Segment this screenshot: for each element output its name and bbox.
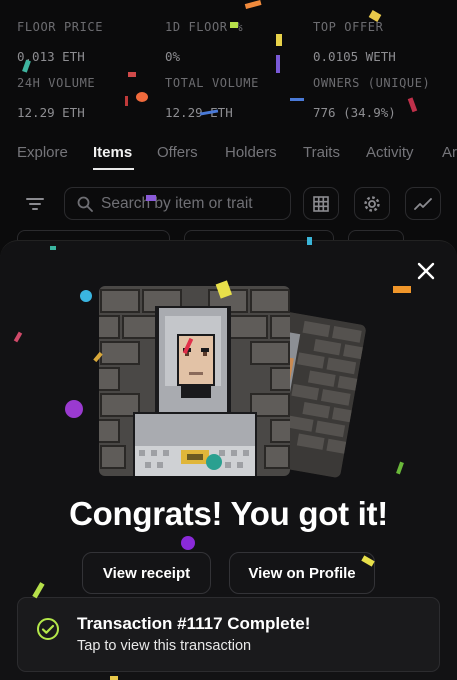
gear-icon — [364, 195, 380, 212]
stat-24h-volume: 24H VOLUME 12.29 ETH — [17, 76, 95, 120]
collection-tabs: Explore Items Offers Holders Traits Acti… — [0, 140, 457, 172]
stat-1d-floor: 1D FLOOR % 0% — [165, 20, 243, 64]
stat-label: 24H VOLUME — [17, 76, 96, 90]
tab-traits[interactable]: Traits — [303, 144, 340, 161]
stat-floor-price: FLOOR PRICE 0.013 ETH — [17, 20, 103, 64]
search-placeholder: Search by item or trait — [101, 194, 253, 212]
tab-items[interactable]: Items — [93, 144, 132, 161]
view-on-profile-button[interactable]: View on Profile — [229, 552, 375, 594]
grid-icon — [313, 195, 329, 212]
stat-value: 12.29 ETH — [165, 105, 233, 120]
stat-value: 0.0105 WETH — [313, 49, 396, 64]
filter-button[interactable] — [17, 187, 53, 220]
nft-image — [99, 286, 290, 476]
collection-stats: FLOOR PRICE 0.013 ETH 1D FLOOR % 0% TOP … — [0, 0, 457, 130]
trend-chart-icon — [414, 197, 432, 210]
chart-button[interactable] — [405, 187, 441, 220]
tab-activity[interactable]: Activity — [366, 144, 414, 161]
tab-holders[interactable]: Holders — [225, 144, 277, 161]
grid-view-button[interactable] — [303, 187, 339, 220]
stat-value: 12.29 ETH — [17, 105, 85, 120]
settings-button[interactable] — [354, 187, 390, 220]
stat-owners: OWNERS (UNIQUE) 776 (34.9%) — [313, 76, 430, 120]
stat-label: FLOOR PRICE — [17, 20, 104, 34]
tab-more[interactable]: Ar — [442, 144, 457, 161]
stat-value: 0.013 ETH — [17, 49, 85, 64]
stat-total-volume: TOTAL VOLUME 12.29 ETH — [165, 76, 259, 120]
modal-title: Congrats! You got it! — [69, 495, 388, 532]
tab-explore[interactable]: Explore — [17, 144, 68, 161]
search-icon — [77, 196, 93, 212]
filter-icon — [26, 197, 44, 210]
stat-label: TOTAL VOLUME — [165, 76, 259, 90]
tab-offers[interactable]: Offers — [157, 144, 198, 161]
close-button[interactable] — [414, 259, 438, 283]
items-toolbar: Search by item or trait — [0, 187, 457, 223]
stat-label: 1D FLOOR % — [165, 20, 244, 34]
stat-label: OWNERS (UNIQUE) — [313, 76, 431, 90]
active-tab-indicator — [93, 168, 134, 170]
check-circle-icon — [37, 618, 59, 640]
view-receipt-button[interactable]: View receipt — [82, 552, 211, 594]
stat-label: TOP OFFER — [313, 20, 384, 34]
stat-value: 776 (34.9%) — [313, 105, 396, 120]
transaction-toast[interactable]: Transaction #1117 Complete! Tap to view … — [17, 597, 440, 672]
close-icon — [417, 262, 435, 280]
toast-subtitle: Tap to view this transaction — [77, 638, 252, 654]
stat-value: 0% — [165, 49, 181, 64]
toast-title: Transaction #1117 Complete! — [77, 614, 311, 633]
search-input[interactable]: Search by item or trait — [64, 187, 291, 220]
pixel-knight-image — [99, 286, 290, 476]
stat-top-offer: TOP OFFER 0.0105 WETH — [313, 20, 396, 64]
